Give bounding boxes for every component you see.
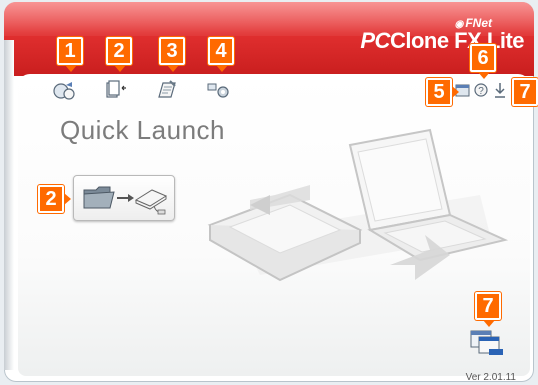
settings-icon[interactable]: [206, 79, 230, 101]
backup-icon[interactable]: [52, 79, 76, 101]
svg-text:?: ?: [478, 86, 484, 97]
badge-2-quick: 2: [38, 185, 71, 213]
minimize-to-tray-button[interactable]: [467, 329, 505, 357]
schedule-icon[interactable]: [155, 79, 179, 101]
badge-3: 3: [159, 37, 185, 72]
help-icon[interactable]: ?: [473, 79, 489, 101]
product-logo: PCClone FX Lite: [360, 28, 524, 53]
restore-icon[interactable]: [103, 79, 127, 101]
badge-1: 1: [57, 37, 83, 72]
tray-window-icon: [470, 330, 503, 355]
badge-7: 7: [512, 78, 538, 106]
badge-2: 2: [106, 37, 132, 72]
folder-to-drive-icon: [83, 186, 168, 215]
version-label: Ver 2.01.11: [465, 372, 516, 383]
title-bar: FNet PCClone FX Lite: [4, 2, 534, 76]
badge-6: 6: [470, 44, 496, 79]
badge-5: 5: [426, 78, 459, 106]
quick-clone-button[interactable]: [73, 175, 175, 221]
badge-4: 4: [208, 37, 234, 72]
clone-illustration: [200, 125, 520, 300]
minimize-icon[interactable]: [492, 79, 508, 101]
